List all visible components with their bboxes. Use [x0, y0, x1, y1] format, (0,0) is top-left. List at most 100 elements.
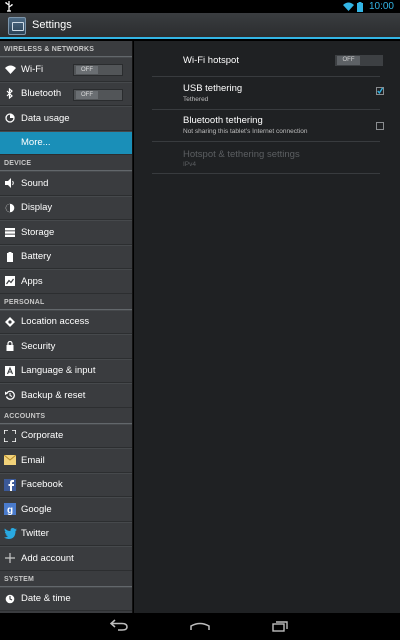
location-icon	[0, 316, 20, 327]
sidebar-item-battery[interactable]: Battery	[0, 244, 132, 269]
sidebar-item-more[interactable]: More...	[0, 130, 132, 155]
data-usage-icon	[0, 113, 20, 123]
sidebar-item-label: Facebook	[21, 479, 63, 491]
sidebar-item-label: Storage	[21, 226, 55, 238]
lock-icon	[0, 341, 20, 352]
bluetooth-tethering-title: Bluetooth tethering	[183, 115, 263, 126]
usb-tethering-row[interactable]: USB tethering Tethered	[152, 77, 384, 110]
home-icon[interactable]	[190, 622, 210, 631]
google-icon: g	[0, 503, 20, 516]
sidebar-item-storage[interactable]: Storage	[0, 220, 132, 245]
navigation-bar	[0, 613, 400, 640]
sidebar-item-label: Bluetooth	[21, 88, 62, 100]
sidebar-item-sound[interactable]: Sound	[0, 171, 132, 196]
hotspot-tethering-settings-summary: IPv4	[183, 161, 197, 168]
sidebar-item-label: Email	[21, 454, 45, 466]
sidebar-item-label: Data usage	[21, 112, 70, 124]
sidebar-item-add-account[interactable]: Add account	[0, 546, 132, 571]
back-icon[interactable]	[110, 619, 128, 631]
settings-app-icon[interactable]	[8, 17, 26, 35]
sidebar-item-wifi[interactable]: Wi-Fi OFF	[0, 57, 132, 82]
action-bar: Settings	[0, 13, 400, 39]
storage-icon	[0, 227, 20, 237]
sidebar-item-google[interactable]: g Google	[0, 497, 132, 522]
sidebar-item-label: Security	[21, 340, 56, 352]
bluetooth-tethering-checkbox[interactable]	[376, 122, 384, 130]
bluetooth-toggle[interactable]: OFF	[73, 88, 123, 101]
sidebar-item-email[interactable]: Email	[0, 448, 132, 473]
hotspot-tethering-settings-title: Hotspot & tethering settings	[183, 149, 300, 160]
usb-icon	[5, 1, 13, 12]
sidebar-item-twitter[interactable]: Twitter	[0, 521, 132, 546]
sidebar-item-label: Sound	[21, 177, 49, 189]
wifi-signal-icon	[342, 2, 354, 11]
language-icon	[0, 365, 20, 376]
sidebar-item-facebook[interactable]: Facebook	[0, 472, 132, 497]
wifi-hotspot-title: Wi-Fi hotspot	[183, 55, 239, 66]
sidebar-item-location-access[interactable]: Location access	[0, 309, 132, 334]
wifi-hotspot-toggle[interactable]: OFF	[335, 55, 383, 66]
usb-tethering-summary: Tethered	[183, 96, 209, 103]
bluetooth-tethering-summary: Not sharing this tablet's Internet conne…	[183, 128, 308, 135]
page-title: Settings	[32, 19, 72, 31]
sidebar-item-bluetooth[interactable]: Bluetooth OFF	[0, 81, 132, 106]
sidebar-item-label: Wi-Fi	[21, 63, 44, 75]
bluetooth-tethering-row[interactable]: Bluetooth tethering Not sharing this tab…	[152, 110, 384, 142]
bluetooth-icon	[0, 88, 20, 100]
add-icon	[0, 553, 20, 564]
sidebar-item-language-input[interactable]: Language & input	[0, 358, 132, 383]
sidebar-item-data-usage[interactable]: Data usage	[0, 106, 132, 131]
display-icon	[0, 203, 20, 213]
sidebar-item-label: Twitter	[21, 528, 49, 540]
section-header-accounts: ACCOUNTS	[0, 408, 132, 424]
sound-icon	[0, 178, 20, 189]
sidebar-item-label: Google	[21, 503, 52, 515]
section-header-wireless: WIRELESS & NETWORKS	[0, 41, 132, 57]
more-settings-panel: Wi-Fi hotspot OFF USB tethering Tethered…	[134, 41, 400, 613]
clock-icon	[0, 594, 20, 604]
sidebar-item-label: Location access	[21, 316, 90, 328]
sidebar-item-display[interactable]: Display	[0, 195, 132, 220]
recent-apps-icon[interactable]	[272, 620, 288, 632]
bluetooth-toggle-state: OFF	[76, 90, 98, 99]
sidebar-item-label: Add account	[21, 552, 74, 564]
usb-tethering-title: USB tethering	[183, 83, 243, 94]
section-header-system: SYSTEM	[0, 571, 132, 587]
wifi-hotspot-toggle-state: OFF	[337, 56, 360, 65]
settings-screen: 10:00 Settings WIRELESS & NETWORKS Wi-Fi…	[0, 0, 400, 640]
sidebar-item-label: Date & time	[21, 593, 71, 605]
wifi-toggle[interactable]: OFF	[73, 64, 123, 76]
battery-icon	[0, 251, 20, 262]
svg-text:g: g	[7, 505, 13, 515]
status-bar: 10:00	[0, 0, 400, 13]
sidebar-item-security[interactable]: Security	[0, 334, 132, 359]
sidebar-item-label: Language & input	[21, 365, 96, 377]
sidebar-item-label: Battery	[21, 251, 52, 263]
sidebar-item-corporate[interactable]: Corporate	[0, 423, 132, 448]
section-header-personal: PERSONAL	[0, 294, 132, 310]
apps-icon	[0, 276, 20, 287]
clock: 10:00	[368, 1, 394, 12]
wifi-icon	[0, 65, 20, 74]
sidebar-item-label: Corporate	[21, 430, 64, 442]
battery-status-icon	[356, 1, 363, 12]
corporate-icon	[0, 429, 20, 442]
hotspot-tethering-settings-row: Hotspot & tethering settings IPv4	[152, 142, 380, 174]
sidebar-item-label: More...	[21, 137, 51, 149]
sidebar-item-label: Backup & reset	[21, 389, 86, 401]
sidebar-item-label: Apps	[21, 275, 43, 287]
settings-sidebar: WIRELESS & NETWORKS Wi-Fi OFF Bluetooth …	[0, 41, 133, 613]
sidebar-item-apps[interactable]: Apps	[0, 269, 132, 294]
email-icon	[0, 455, 20, 466]
sidebar-item-backup-reset[interactable]: Backup & reset	[0, 383, 132, 408]
sidebar-item-label: Display	[21, 202, 53, 214]
twitter-icon	[0, 528, 20, 540]
facebook-icon	[0, 478, 20, 491]
wifi-toggle-state: OFF	[76, 66, 98, 74]
usb-tethering-checkbox[interactable]	[376, 87, 384, 95]
wifi-hotspot-row[interactable]: Wi-Fi hotspot OFF	[152, 48, 383, 77]
status-icons: 10:00	[342, 0, 394, 13]
sidebar-item-date-time[interactable]: Date & time	[0, 586, 132, 611]
section-header-device: DEVICE	[0, 155, 132, 171]
backup-icon	[0, 390, 20, 401]
